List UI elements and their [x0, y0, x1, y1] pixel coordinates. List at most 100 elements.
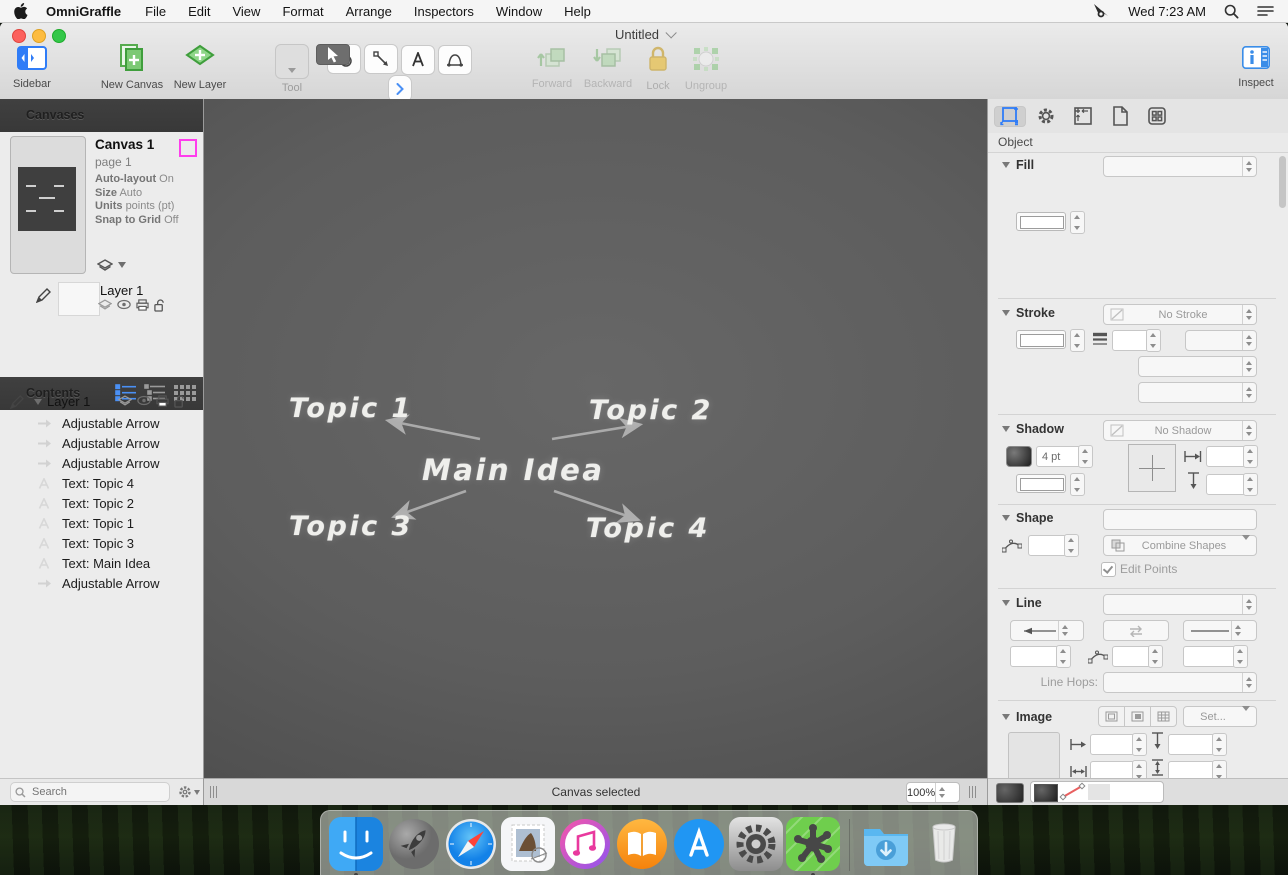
itunes-icon[interactable]	[558, 817, 612, 871]
shape-radius-input[interactable]	[1028, 535, 1067, 556]
line-start-arrowhead-select[interactable]	[1010, 620, 1084, 641]
shadow-style-well[interactable]	[1006, 446, 1032, 467]
menu-edit[interactable]: Edit	[188, 4, 210, 19]
shadow-color-well[interactable]	[1016, 474, 1066, 493]
ungroup-button[interactable]: Ungroup	[679, 46, 733, 92]
inspect-button[interactable]: Inspect	[1230, 46, 1282, 89]
stroke-style-line-swatch[interactable]	[1058, 782, 1088, 802]
menu-window[interactable]: Window	[496, 4, 542, 19]
image-y-stepper[interactable]	[1212, 733, 1227, 756]
line-section-header[interactable]: Line	[1002, 596, 1042, 610]
layer-name[interactable]: Layer 1	[100, 283, 143, 298]
menu-view[interactable]: View	[232, 4, 260, 19]
shadow-y-stepper[interactable]	[1243, 473, 1258, 496]
image-tile-button[interactable]	[1150, 706, 1177, 727]
list-item[interactable]: Text: Topic 1	[0, 513, 203, 533]
tab-properties-gear[interactable]	[1031, 103, 1061, 129]
lock-button[interactable]: Lock	[641, 46, 675, 92]
tab-document[interactable]	[1105, 103, 1135, 129]
shadow-offset-pad[interactable]	[1128, 444, 1176, 492]
canvas-name[interactable]: Canvas 1	[95, 137, 154, 152]
stroke-position-select[interactable]	[1138, 382, 1257, 403]
fill-color-well[interactable]	[1016, 212, 1066, 231]
contents-lock-open-icon[interactable]	[174, 395, 185, 408]
layer-edit-pencil-icon[interactable]	[36, 288, 51, 303]
image-section-header[interactable]: Image	[1002, 710, 1052, 724]
shadow-blur-stepper[interactable]	[1078, 445, 1093, 468]
topic4-node[interactable]: Topic 4	[586, 513, 710, 544]
image-fill-button[interactable]	[1124, 706, 1151, 727]
tool-dropdown[interactable]: Tool	[262, 44, 322, 94]
stroke-corner-select[interactable]	[1138, 356, 1257, 377]
zoom-level-control[interactable]: 100%	[906, 782, 960, 803]
line-type-select[interactable]	[1103, 594, 1257, 615]
list-item[interactable]: Text: Topic 3	[0, 533, 203, 553]
image-x-stepper[interactable]	[1132, 733, 1147, 756]
topic1-node[interactable]: Topic 1	[289, 393, 413, 424]
line-end-size-stepper[interactable]	[1233, 645, 1248, 668]
layer-lock-open-icon[interactable]	[154, 299, 165, 312]
menu-file[interactable]: File	[145, 4, 166, 19]
line-tool-button[interactable]	[364, 44, 398, 74]
finder-icon[interactable]	[329, 817, 383, 871]
stroke-type-select[interactable]: No Stroke	[1103, 304, 1257, 325]
selection-tool-button[interactable]	[316, 44, 350, 65]
shadow-section-header[interactable]: Shadow	[1002, 422, 1064, 436]
stroke-section-header[interactable]: Stroke	[1002, 306, 1055, 320]
fill-section-header[interactable]: Fill	[1002, 158, 1034, 172]
line-end-arrowhead-select[interactable]	[1183, 620, 1257, 641]
tab-canvas-size[interactable]	[1068, 103, 1098, 129]
drawing-canvas[interactable]: Topic 1 Topic 2 Main Idea Topic 3 Topic …	[204, 99, 988, 779]
inspector-resize-grip[interactable]	[969, 786, 980, 798]
menu-inspectors[interactable]: Inspectors	[414, 4, 474, 19]
shadow-y-input[interactable]	[1206, 474, 1247, 495]
shadow-blur-input[interactable]: 4 pt	[1036, 446, 1081, 467]
fill-color-stepper[interactable]	[1070, 211, 1085, 234]
image-y-input[interactable]	[1168, 734, 1215, 755]
list-item[interactable]: Adjustable Arrow	[0, 453, 203, 473]
list-item[interactable]: Adjustable Arrow	[0, 413, 203, 433]
line-start-size-input[interactable]	[1010, 646, 1059, 667]
style-tray[interactable]	[1030, 781, 1164, 803]
topic2-node[interactable]: Topic 2	[589, 395, 713, 426]
omnigraffle-icon[interactable]	[786, 817, 840, 871]
menu-arrange[interactable]: Arrange	[346, 4, 392, 19]
list-item[interactable]: Text: Main Idea	[0, 553, 203, 573]
stroke-color-stepper[interactable]	[1070, 329, 1085, 352]
shape-section-header[interactable]: Shape	[1002, 511, 1054, 525]
trash-icon[interactable]	[917, 817, 971, 871]
stroke-style-select[interactable]	[1185, 330, 1257, 351]
line-hops-select[interactable]	[1103, 672, 1257, 693]
image-fit-button[interactable]	[1098, 706, 1125, 727]
stroke-width-stepper[interactable]	[1146, 329, 1161, 352]
line-curve-stepper[interactable]	[1148, 645, 1163, 668]
shape-radius-stepper[interactable]	[1064, 534, 1079, 557]
window-title[interactable]: Untitled	[0, 27, 1288, 42]
canvas-thumbnail[interactable]	[10, 136, 86, 274]
line-start-size-stepper[interactable]	[1056, 645, 1071, 668]
zoom-stepper[interactable]	[935, 783, 959, 802]
layers-options-dropdown[interactable]	[97, 259, 126, 271]
sidebar-search-field[interactable]	[10, 782, 170, 802]
shape-field[interactable]	[1103, 509, 1257, 530]
search-input[interactable]	[30, 785, 144, 799]
main-idea-node[interactable]: Main Idea	[422, 453, 604, 487]
menu-clock[interactable]: Wed 7:23 AM	[1128, 4, 1206, 19]
shadow-x-input[interactable]	[1206, 446, 1247, 467]
mail-icon[interactable]	[501, 817, 555, 871]
list-item[interactable]: Text: Topic 2	[0, 493, 203, 513]
menu-format[interactable]: Format	[282, 4, 323, 19]
contents-layer-row[interactable]: Layer 1	[10, 394, 193, 409]
sidebar-toggle-button[interactable]: Sidebar	[6, 46, 58, 90]
layer-visibility-eye-icon[interactable]	[117, 299, 131, 310]
line-end-size-input[interactable]	[1183, 646, 1236, 667]
contents-layer-stack-icon[interactable]	[118, 395, 132, 406]
notification-center-icon[interactable]	[1257, 5, 1274, 18]
list-item[interactable]: Adjustable Arrow	[0, 573, 203, 593]
fill-type-select[interactable]	[1103, 156, 1257, 177]
apple-menu-icon[interactable]	[14, 3, 28, 19]
combine-shapes-select[interactable]: Combine Shapes	[1103, 535, 1257, 556]
system-preferences-icon[interactable]	[729, 817, 783, 871]
tab-object[interactable]	[994, 106, 1026, 127]
layer-stack-icon[interactable]	[98, 299, 112, 310]
